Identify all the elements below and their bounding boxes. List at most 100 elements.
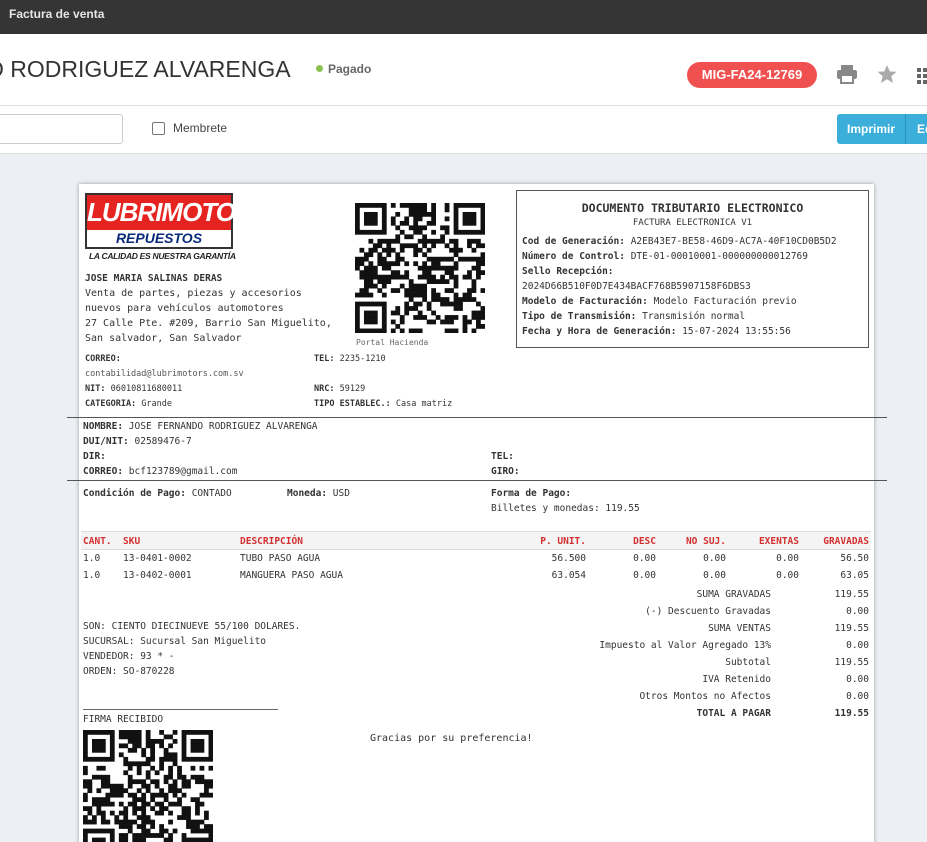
customer-name-heading: O RODRIGUEZ ALVARENGA bbox=[0, 56, 291, 82]
col-nosuj: NO SUJ. bbox=[685, 536, 726, 547]
window-title-bar: Factura de venta bbox=[0, 0, 927, 34]
divider bbox=[67, 480, 887, 481]
edit-button[interactable]: Ed bbox=[905, 114, 927, 144]
orden: ORDEN: SO-870228 bbox=[83, 666, 175, 677]
total-value: 119.55 bbox=[834, 657, 869, 668]
cod-label: Cod de Generación: bbox=[522, 236, 625, 247]
grid-icon[interactable] bbox=[915, 64, 927, 84]
search-input[interactable] bbox=[0, 114, 123, 144]
issuer-line-2: nuevos para vehículos automotores bbox=[85, 303, 284, 314]
document-number-badge[interactable]: MIG-FA24-12769 bbox=[687, 62, 817, 88]
col-desc: DESC bbox=[633, 536, 656, 547]
star-icon[interactable] bbox=[876, 64, 898, 84]
table-row: 1.0 13-0401-0002 TUBO PASO AGUA 56.500 0… bbox=[83, 553, 873, 569]
forma-value: Billetes y monedas: 119.55 bbox=[491, 503, 640, 514]
printer-icon[interactable] bbox=[836, 64, 858, 84]
fecha-value: 15-07-2024 13:55:56 bbox=[682, 326, 791, 337]
item-desc: MANGUERA PASO AGUA bbox=[240, 570, 343, 581]
total-label: SUMA VENTAS bbox=[708, 623, 771, 634]
item-sku: 13-0401-0002 bbox=[123, 553, 192, 564]
moneda-value: USD bbox=[332, 488, 350, 499]
total-label: SUMA GRAVADAS bbox=[696, 589, 771, 600]
fecha-label: Fecha y Hora de Generación: bbox=[522, 326, 677, 337]
item-punit: 56.500 bbox=[551, 553, 586, 564]
nit-label: NIT: bbox=[85, 384, 106, 394]
total-value: 119.55 bbox=[834, 623, 869, 634]
item-cant: 1.0 bbox=[83, 570, 101, 581]
issuer-line-1: Venta de partes, piezas y accesorios bbox=[85, 288, 302, 299]
signature-label: FIRMA RECIBIDO bbox=[83, 714, 164, 725]
issuer-email: contabilidad@lubrimotors.com.sv bbox=[85, 369, 244, 379]
issuer-tel: 2235-1210 bbox=[339, 354, 386, 364]
total-label: Impuesto al Valor Agregado 13% bbox=[599, 640, 771, 651]
item-punit: 63.054 bbox=[551, 570, 586, 581]
total-value: 0.00 bbox=[846, 640, 869, 651]
logo-tagline: LA CALIDAD ES NUESTRA GARANTÍA bbox=[89, 251, 236, 261]
categoria-label: CATEGORIA: bbox=[85, 399, 137, 409]
col-descripcion: DESCRIPCIÓN bbox=[240, 536, 303, 547]
client-tel-label: TEL: bbox=[491, 451, 514, 462]
control-value: DTE-01-00010001-000000000012769 bbox=[630, 251, 808, 262]
item-gravadas: 56.50 bbox=[840, 553, 869, 564]
issuer-line-4: San salvador, San Salvador bbox=[85, 333, 242, 344]
forma-label: Forma de Pago: bbox=[491, 488, 572, 499]
toolbar: Membrete Imprimir Ed bbox=[0, 106, 927, 154]
nrc-label: NRC: bbox=[314, 384, 335, 394]
client-giro-label: GIRO: bbox=[491, 466, 520, 477]
total-label: IVA Retenido bbox=[702, 674, 771, 685]
transmision-value: Transmisión normal bbox=[642, 311, 746, 322]
item-desc: TUBO PASO AGUA bbox=[240, 553, 321, 564]
client-correo: bcf123789@gmail.com bbox=[128, 466, 238, 477]
issuer-name: JOSE MARIA SALINAS DERAS bbox=[85, 273, 223, 284]
nit-value: 06010811680011 bbox=[110, 384, 183, 394]
item-descuento: 0.00 bbox=[633, 570, 656, 581]
col-sku: SKU bbox=[123, 536, 141, 547]
divider bbox=[67, 417, 887, 418]
tipo-label: TIPO ESTABLEC.: bbox=[314, 399, 391, 409]
issuer-correo-label: CORREO: bbox=[85, 354, 121, 364]
total-label: Otros Montos no Afectos bbox=[639, 691, 771, 702]
col-exentas: EXENTAS bbox=[758, 536, 799, 547]
total-value: 119.55 bbox=[834, 589, 869, 600]
thanks-message: Gracias por su preferencia! bbox=[370, 733, 533, 744]
issuer-line-3: 27 Calle Pte. #209, Barrio San Miguelito… bbox=[85, 318, 332, 329]
window-title: Factura de venta bbox=[9, 7, 105, 21]
qr-code-portal bbox=[355, 203, 485, 333]
dte-info-box: DOCUMENTO TRIBUTARIO ELECTRONICO FACTURA… bbox=[516, 190, 869, 348]
item-exentas: 0.00 bbox=[776, 570, 799, 581]
letterhead-checkbox[interactable] bbox=[152, 122, 165, 135]
nrc-value: 59129 bbox=[339, 384, 366, 394]
tipo-value: Casa matriz bbox=[395, 399, 453, 409]
logo-sub: REPUESTOS bbox=[87, 230, 231, 247]
client-nombre: JOSE FERNANDO RODRIGUEZ ALVARENGA bbox=[128, 421, 318, 432]
status-label: Pagado bbox=[328, 62, 372, 76]
dte-subtitle: FACTURA ELECTRONICA V1 bbox=[632, 218, 753, 228]
modelo-value: Modelo Facturación previo bbox=[653, 296, 797, 307]
table-row: 1.0 13-0402-0001 MANGUERA PASO AGUA 63.0… bbox=[83, 570, 873, 586]
sello-value: 2024D66B510F0D7E434BACF768B5907158F6DBS3 bbox=[522, 281, 751, 292]
moneda-label: Moneda: bbox=[287, 488, 328, 499]
invoice-document: LUBRIMOTORS REPUESTOS LA CALIDAD ES NUES… bbox=[67, 184, 887, 842]
item-nosuj: 0.00 bbox=[703, 570, 726, 581]
document-header: O RODRIGUEZ ALVARENGA Pagado MIG-FA24-12… bbox=[0, 34, 927, 106]
col-punit: P. UNIT. bbox=[540, 536, 586, 547]
qr-code-document bbox=[83, 730, 213, 842]
status-dot-icon bbox=[316, 65, 323, 72]
item-sku: 13-0402-0001 bbox=[123, 570, 192, 581]
print-button[interactable]: Imprimir bbox=[837, 114, 905, 144]
client-dir-label: DIR: bbox=[83, 451, 106, 462]
condicion-value: CONTADO bbox=[191, 488, 232, 499]
dte-title: DOCUMENTO TRIBUTARIO ELECTRONICO bbox=[581, 201, 804, 215]
modelo-label: Modelo de Facturación: bbox=[522, 296, 648, 307]
col-gravadas: GRAVADAS bbox=[823, 536, 869, 547]
total-pagar-label: TOTAL A PAGAR bbox=[696, 708, 771, 719]
items-table-header: CANT. SKU DESCRIPCIÓN P. UNIT. DESC NO S… bbox=[81, 531, 871, 550]
letterhead-label: Membrete bbox=[173, 121, 228, 135]
item-exentas: 0.00 bbox=[776, 553, 799, 564]
cod-value: A2EB43E7-BE58-46D9-AC7A-40F10CD0B5D2 bbox=[630, 236, 837, 247]
col-cant: CANT. bbox=[83, 536, 112, 547]
company-logo: LUBRIMOTORS REPUESTOS bbox=[85, 193, 270, 249]
client-dui: 02589476-7 bbox=[134, 436, 192, 447]
total-label: Subtotal bbox=[725, 657, 771, 668]
sucursal: SUCURSAL: Sucursal San Miguelito bbox=[83, 636, 267, 647]
